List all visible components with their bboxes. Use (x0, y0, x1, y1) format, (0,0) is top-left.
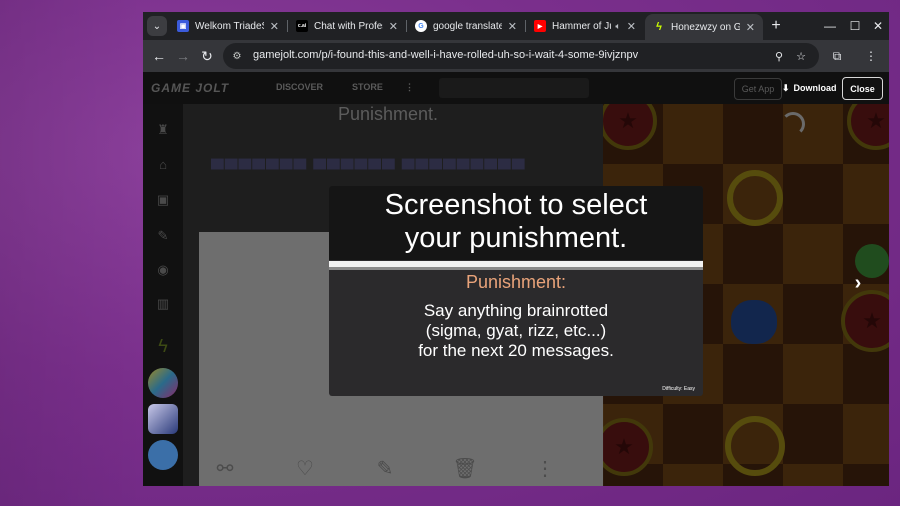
triadestap-icon: ▣ (177, 20, 189, 32)
difficulty-label: Difficulty: Easy (662, 386, 695, 392)
tab-character-ai[interactable]: c.ai Chat with Professo ✕ (288, 14, 406, 38)
arrow-right-icon: → (176, 48, 190, 64)
card-title-line: your punishment. (404, 222, 628, 254)
gamejolt-logo[interactable]: GAME JOLT (151, 81, 229, 95)
close-tab-icon[interactable]: ✕ (508, 20, 517, 33)
minimize-icon: — (824, 19, 836, 33)
tab-strip: ⌄ ▣ Welkom TriadeStap ✕ c.ai Chat with P… (143, 12, 889, 40)
google-icon: G (415, 20, 427, 32)
character-ai-icon: c.ai (296, 20, 308, 32)
more-options-icon[interactable]: ⋮ (531, 454, 559, 482)
menu-kebab-icon[interactable]: ⋮ (861, 46, 881, 66)
tab-google-translate[interactable]: G google translate - G ✕ (407, 14, 525, 38)
address-bar[interactable]: ⚙ gamejolt.com/p/i-found-this-and-well-i… (223, 43, 819, 69)
punishment-line: for the next 20 messages. (418, 341, 614, 360)
tab-gamejolt[interactable]: ϟ Honezwzy on Gam ✕ (645, 14, 763, 40)
minimize-button[interactable]: — (819, 16, 841, 36)
library-icon[interactable]: ▥ (153, 294, 173, 314)
zoom-icon[interactable]: ⚲ (771, 48, 787, 64)
punishment-label: Punishment: (465, 272, 567, 292)
chevron-down-icon: ⌄ (152, 20, 162, 32)
chat-icon[interactable]: ◉ (153, 260, 173, 280)
community-avatar[interactable] (148, 440, 178, 470)
community-avatar[interactable] (148, 404, 178, 434)
url-text[interactable]: gamejolt.com/p/i-found-this-and-well-i-h… (253, 49, 638, 61)
youtube-icon: ▶ (534, 20, 546, 32)
tab-triadestap[interactable]: ▣ Welkom TriadeStap ✕ (169, 14, 287, 38)
download-icon: ⬇ (782, 82, 790, 93)
card-divider-shadow (329, 267, 703, 270)
reload-button[interactable]: ↻ (197, 46, 217, 66)
plus-icon: + (771, 17, 781, 34)
close-tab-icon[interactable]: ✕ (270, 20, 279, 33)
tab-youtube[interactable]: ▶ Hammer of Justice 🔈︎ ✕ (526, 14, 644, 38)
post-blurred-text: ▄▄▄▄▄▄▄ ▄▄▄▄▄▄ ▄▄▄▄▄▄▄▄▄ (211, 148, 526, 168)
desktop-background (0, 0, 143, 506)
punishment-line: (sigma, gyat, rizz, etc...) (425, 321, 607, 340)
store-icon[interactable]: ⌂ (153, 154, 173, 174)
reload-icon: ↻ (201, 47, 213, 64)
browser-window: ⌄ ▣ Welkom TriadeStap ✕ c.ai Chat with P… (143, 12, 889, 486)
close-tab-icon[interactable]: ✕ (627, 20, 636, 33)
post-heading: Punishment. (338, 104, 439, 124)
like-heart-icon[interactable]: ♡ (291, 454, 319, 482)
download-label: Download (793, 83, 837, 93)
edit-pencil-icon[interactable]: ✎ (371, 454, 399, 482)
community-avatar[interactable] (148, 368, 178, 398)
gamejolt-sidebar: ♜ ⌂ ▣ ✎ ◉ ▥ ϟ (143, 104, 183, 486)
gamejolt-search-input[interactable] (439, 78, 589, 98)
tab-title: google translate - G (433, 20, 502, 32)
nav-store[interactable]: STORE (352, 82, 383, 92)
maximize-button[interactable]: ☐ (844, 16, 866, 36)
page-viewport: GAME JOLT DISCOVER STORE ⋮ Get App ♜ ⌂ ▣… (143, 72, 889, 486)
nav-discover[interactable]: DISCOVER (276, 82, 323, 92)
next-image-arrow-icon[interactable]: › (843, 268, 873, 298)
tab-title: Honezwzy on Gam (671, 21, 740, 33)
gamejolt-bolt-icon[interactable]: ϟ (153, 336, 173, 356)
maximize-icon: ☐ (849, 19, 861, 33)
tab-title: Chat with Professo (314, 20, 383, 32)
trash-icon[interactable]: 🗑︎ (451, 454, 479, 482)
download-button[interactable]: ⬇ Download (776, 78, 843, 98)
get-app-button[interactable]: Get App (734, 78, 782, 100)
extensions-icon[interactable]: ⧉ (827, 46, 847, 66)
close-tab-icon[interactable]: ✕ (389, 20, 398, 33)
punishment-text: Say anything brainrotted (sigma, gyat, r… (329, 301, 703, 361)
close-icon: ✕ (872, 19, 884, 33)
quests-icon[interactable]: ✎ (153, 226, 173, 246)
close-window-button[interactable]: ✕ (867, 16, 889, 36)
trophy-icon[interactable]: ♜ (153, 120, 173, 140)
speaker-icon[interactable]: 🔈︎ (615, 21, 620, 32)
tab-search-button[interactable]: ⌄ (147, 16, 167, 36)
tab-title: Welkom TriadeStap (195, 20, 264, 32)
card-title-line: Screenshot to select (384, 189, 648, 221)
browser-toolbar: ← → ↻ ⚙ gamejolt.com/p/i-found-this-and-… (143, 40, 889, 72)
card-title: Screenshot to select your punishment. (329, 186, 703, 260)
close-lightbox-button[interactable]: Close (842, 77, 883, 100)
arrow-left-icon: ← (152, 48, 166, 64)
gamejolt-icon: ϟ (656, 21, 662, 33)
back-button[interactable]: ← (149, 46, 169, 66)
site-info-icon[interactable]: ⚙ (229, 48, 245, 64)
share-icon[interactable]: ⚯ (211, 454, 239, 482)
more-icon[interactable]: ⋮ (405, 82, 414, 93)
punishment-card: Screenshot to select your punishment. Pu… (329, 186, 703, 396)
bag-icon[interactable]: ▣ (153, 190, 173, 210)
forward-button[interactable]: → (173, 46, 193, 66)
tab-title: Hammer of Justice (552, 20, 611, 32)
punishment-line: Say anything brainrotted (423, 301, 609, 320)
bookmark-star-icon[interactable]: ☆ (793, 48, 809, 64)
close-tab-icon[interactable]: ✕ (746, 21, 755, 34)
new-tab-button[interactable]: + (766, 16, 786, 36)
loading-spinner-icon (781, 112, 805, 136)
